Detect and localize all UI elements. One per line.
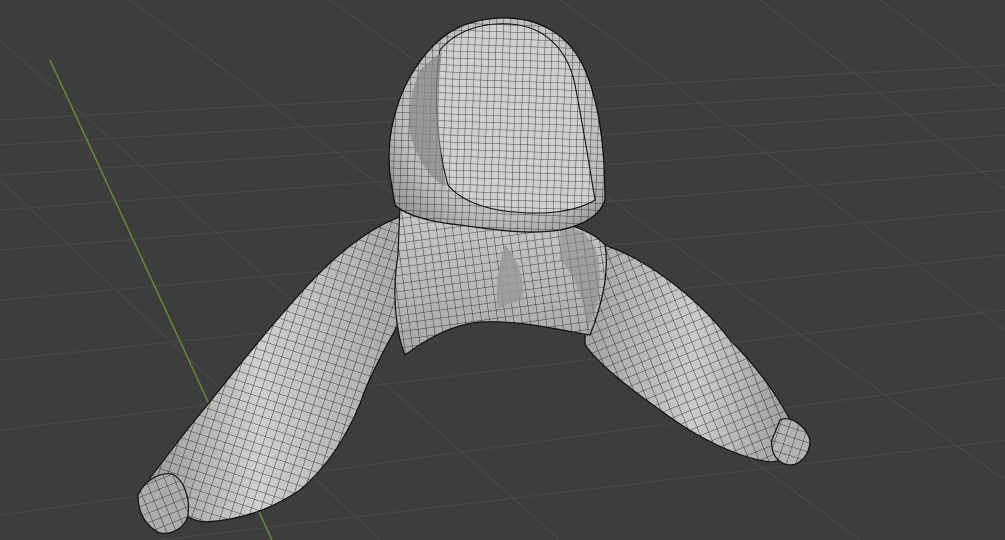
viewport-canvas[interactable] xyxy=(0,0,1005,540)
viewport-3d[interactable] xyxy=(0,0,1005,540)
